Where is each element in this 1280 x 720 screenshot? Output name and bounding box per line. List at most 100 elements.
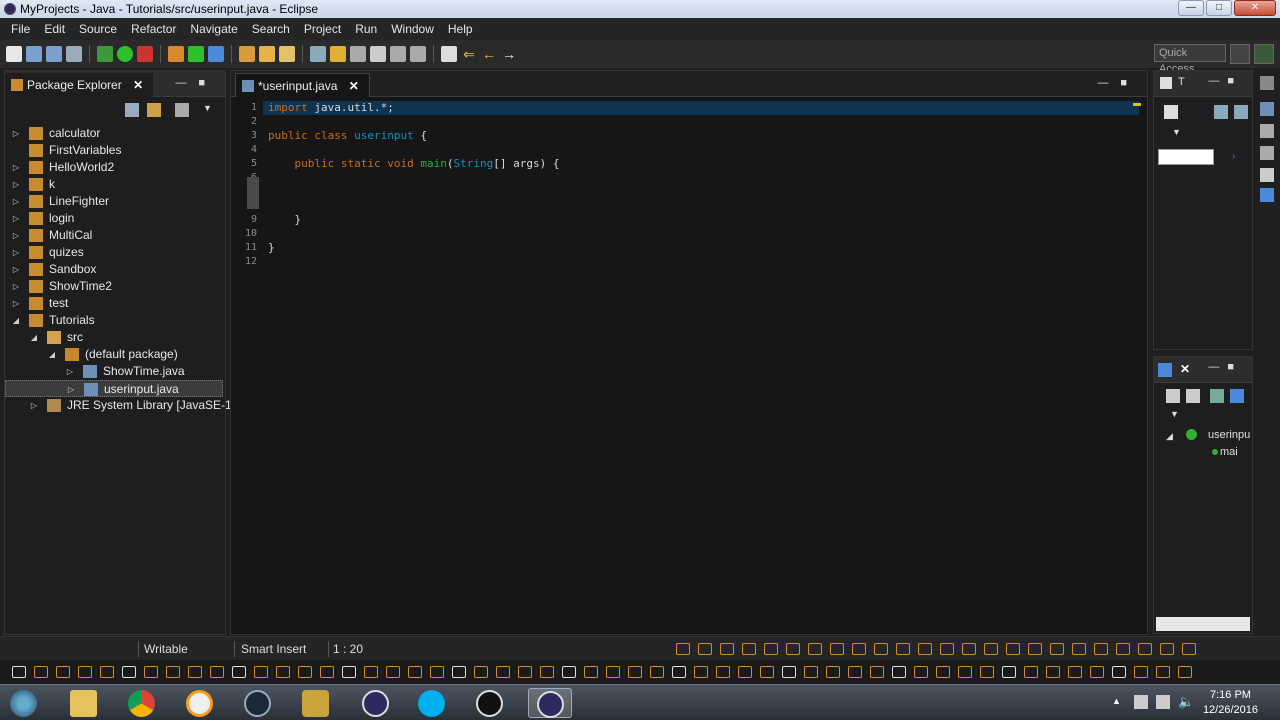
taskbar-game[interactable]	[294, 688, 338, 718]
minimized-view-icon[interactable]	[364, 666, 378, 678]
java-perspective-icon[interactable]	[1254, 44, 1274, 64]
minimized-view-icon[interactable]	[848, 666, 862, 678]
menu-search[interactable]: Search	[245, 18, 297, 40]
tree-item[interactable]: ◢ src	[5, 329, 223, 346]
minimized-view-icon[interactable]	[1090, 666, 1104, 678]
declaration-view-icon[interactable]	[1260, 168, 1274, 182]
minimized-view-icon[interactable]	[1094, 643, 1108, 655]
expand-arrow-icon[interactable]: ▷	[11, 193, 21, 210]
minimized-view-icon[interactable]	[764, 643, 778, 655]
code-line[interactable]: public class userinput {	[268, 129, 427, 143]
link-editor-icon[interactable]	[147, 103, 161, 117]
system-clock[interactable]: 7:16 PM 12/26/2016	[1203, 688, 1258, 718]
minimized-view-icon[interactable]	[342, 666, 356, 678]
minimized-view-icon[interactable]	[980, 666, 994, 678]
minimized-view-icon[interactable]	[720, 643, 734, 655]
forward-icon[interactable]: →	[501, 46, 517, 62]
collapse-arrow-icon[interactable]: ◢	[47, 346, 57, 363]
external-tools-icon[interactable]	[137, 46, 153, 62]
open-type-icon[interactable]	[239, 46, 255, 62]
collapse-all-icon[interactable]	[125, 103, 139, 117]
network-icon[interactable]	[1156, 695, 1170, 709]
minimized-view-icon[interactable]	[782, 666, 796, 678]
package-explorer-tab[interactable]: Package Explorer ✕	[5, 73, 154, 97]
minimized-view-icon[interactable]	[896, 643, 910, 655]
minimized-view-icon[interactable]	[298, 666, 312, 678]
tree-item[interactable]: ▷ ShowTime2	[5, 278, 223, 295]
taskbar-obs[interactable]	[468, 688, 512, 718]
minimized-view-icon[interactable]	[34, 666, 48, 678]
new-icon[interactable]	[6, 46, 22, 62]
taskbar-overwatch[interactable]	[178, 688, 222, 718]
minimized-view-icon[interactable]	[826, 666, 840, 678]
javadoc-view-icon[interactable]	[1260, 146, 1274, 160]
console-view-icon[interactable]	[1260, 188, 1274, 202]
editor-minmax-controls[interactable]: —■	[1097, 77, 1139, 89]
minimized-view-icon[interactable]	[562, 666, 576, 678]
tab-userinput-java[interactable]: *userinput.java ✕	[235, 73, 370, 97]
toggle-breadcrumb-icon[interactable]	[310, 46, 326, 62]
tree-item[interactable]: ▷ HelloWorld2	[5, 159, 223, 176]
problems-view-icon[interactable]	[1260, 124, 1274, 138]
panel-minmax-controls[interactable]: —■	[1208, 361, 1242, 373]
minimized-view-icon[interactable]	[276, 666, 290, 678]
restore-icon[interactable]	[1260, 76, 1274, 90]
new-package-icon[interactable]	[188, 46, 204, 62]
minimized-view-icon[interactable]	[474, 666, 488, 678]
minimized-view-icon[interactable]	[676, 643, 690, 655]
expand-arrow-icon[interactable]: ◢	[1166, 431, 1173, 442]
minimized-view-icon[interactable]	[606, 666, 620, 678]
minimized-view-icon[interactable]	[254, 666, 268, 678]
filter-icon[interactable]	[1214, 105, 1228, 119]
minimized-view-icon[interactable]	[742, 643, 756, 655]
taskbar-skype[interactable]	[410, 688, 454, 718]
tree-item[interactable]: ▷ quizes	[5, 244, 223, 261]
minimized-view-icon[interactable]	[166, 666, 180, 678]
show-hidden-icons[interactable]: ▲	[1112, 696, 1121, 706]
outline-class-item[interactable]: userinpu	[1208, 429, 1250, 441]
minimized-view-icon[interactable]	[874, 643, 888, 655]
back-arrow-icon[interactable]: ⇐	[461, 46, 477, 62]
minimized-view-icon[interactable]	[1046, 666, 1060, 678]
overview-ruler-mark[interactable]	[1133, 103, 1141, 106]
trim-stack-icons[interactable]	[672, 643, 1200, 659]
minimized-view-icon[interactable]	[984, 643, 998, 655]
code-line[interactable]: }	[268, 241, 275, 255]
minimized-view-icon[interactable]	[1068, 666, 1082, 678]
expand-arrow-icon[interactable]: ▷	[11, 227, 21, 244]
collapse-all-icon[interactable]	[1166, 389, 1180, 403]
minimized-view-icon[interactable]	[78, 666, 92, 678]
minimized-view-icon[interactable]	[918, 643, 932, 655]
panel-minmax-controls[interactable]: —■	[1208, 75, 1242, 87]
code-line[interactable]: }	[268, 213, 301, 227]
minimized-view-icon[interactable]	[936, 666, 950, 678]
menu-project[interactable]: Project	[297, 18, 348, 40]
minimized-view-icon[interactable]	[1112, 666, 1126, 678]
new-class-icon[interactable]	[208, 46, 224, 62]
menu-source[interactable]: Source	[72, 18, 124, 40]
tree-item[interactable]: ▷ k	[5, 176, 223, 193]
tree-item[interactable]: ▷ ShowTime.java	[5, 363, 223, 380]
minimized-view-icon[interactable]	[804, 666, 818, 678]
expand-arrow-icon[interactable]: ▷	[11, 295, 21, 312]
start-button[interactable]	[2, 688, 46, 718]
chevron-down-icon[interactable]: ▼	[1170, 409, 1179, 419]
minimized-view-icon[interactable]	[452, 666, 466, 678]
minimized-view-icon[interactable]	[698, 643, 712, 655]
minimized-view-icon[interactable]	[1182, 643, 1196, 655]
hide-fields-icon[interactable]	[1186, 389, 1200, 403]
chevron-down-icon[interactable]: ▼	[1172, 127, 1181, 137]
minimized-view-icon[interactable]	[914, 666, 928, 678]
minimized-view-icon[interactable]	[852, 643, 866, 655]
close-icon[interactable]: ✕	[1180, 362, 1190, 376]
minimized-view-icon[interactable]	[892, 666, 906, 678]
quick-access-input[interactable]: Quick Access	[1154, 44, 1226, 75]
menu-refactor[interactable]: Refactor	[124, 18, 183, 40]
code-line[interactable]: import java.util.*;	[268, 101, 394, 115]
minimized-view-icon[interactable]	[408, 666, 422, 678]
outline-view-icon[interactable]	[1260, 102, 1274, 116]
new-java-project-icon[interactable]	[168, 46, 184, 62]
minimized-view-icon[interactable]	[210, 666, 224, 678]
close-icon[interactable]: ✕	[133, 78, 143, 92]
search-icon[interactable]	[279, 46, 295, 62]
